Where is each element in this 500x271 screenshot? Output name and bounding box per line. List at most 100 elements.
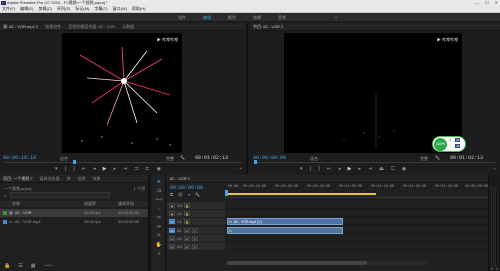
program-playhead[interactable] (254, 160, 257, 164)
track-a2[interactable]: A2 A2 M S (167, 235, 500, 242)
export-frame-icon[interactable]: ◉ (402, 166, 406, 172)
linked-selection-icon[interactable]: ⛓ (178, 192, 183, 197)
tab-effect-controls[interactable]: 效果控件 (45, 24, 61, 30)
menu-edit[interactable]: 编辑(E) (20, 6, 33, 12)
tab-source[interactable]: 源: 82 - VOR.mp4 ≡ (3, 24, 38, 30)
tab-sequence[interactable]: 82 - VOR ≡ (170, 176, 190, 181)
mute-track-button[interactable]: M (183, 236, 190, 241)
workspace-tab-assembly[interactable]: 组件 (178, 15, 186, 21)
workspace-tab-editing[interactable]: 编辑 (203, 15, 211, 21)
play-button[interactable]: ▶ (103, 166, 107, 172)
mark-in-button[interactable]: { (310, 166, 312, 172)
scrollbar-thumb[interactable] (227, 261, 367, 265)
marker-icon[interactable]: ▾ (300, 166, 303, 172)
source-video-frame[interactable]: ▶ 哔哩哔哩 (62, 33, 182, 153)
timeline-playhead[interactable] (225, 190, 228, 196)
toggle-track-output-icon[interactable]: ◉ (169, 203, 175, 208)
lift-icon[interactable]: ⏏ (379, 166, 384, 172)
mark-out-button[interactable]: } (73, 166, 75, 172)
pen-tool-icon[interactable]: ✎ (155, 233, 163, 240)
mark-out-button[interactable]: } (318, 166, 320, 172)
tab-audio-clip-mixer[interactable]: 音频剪辑混合器: 82 - VOR (68, 24, 115, 30)
lock-icon[interactable]: 🔒 (4, 263, 10, 269)
extract-icon[interactable]: ⏍ (391, 166, 395, 172)
step-forward-icon[interactable]: ▸ (358, 166, 361, 172)
menu-marker[interactable]: 标记(M) (75, 6, 89, 12)
more-workspaces-icon[interactable]: » (335, 15, 337, 20)
column-media-start[interactable]: 媒体开始 (118, 201, 134, 207)
overwrite-icon[interactable]: ⊏ (145, 166, 149, 172)
snap-icon[interactable]: ⧉ (170, 192, 173, 197)
tab-metadata[interactable]: 元数据 (122, 24, 134, 30)
tab-project[interactable]: 项目: 一个视频 ≡ (3, 176, 33, 182)
slip-tool-icon[interactable]: ⇹ (155, 224, 163, 231)
source-patch-a1[interactable]: A1 (169, 228, 175, 233)
export-frame-icon[interactable]: ◉ (157, 166, 161, 172)
program-video-frame[interactable]: ▶ 哔哩哔哩 (284, 33, 462, 153)
source-playhead[interactable] (73, 160, 76, 164)
tab-effects[interactable]: 效果 (93, 176, 101, 182)
lock-track-icon[interactable]: 🔒 (183, 211, 190, 216)
track-select-tool-icon[interactable]: ⇉ (155, 188, 163, 195)
source-patch-a3[interactable]: A3 (169, 244, 175, 249)
button-editor-icon[interactable]: + (240, 166, 242, 171)
menu-clip[interactable]: 剪辑(C) (38, 6, 52, 12)
video-clip[interactable]: fx 82 - VOR.mp4 [V] (227, 218, 343, 225)
track-v1[interactable]: V1 V1 🔒 fx 82 - VOR.mp4 [V] (167, 218, 500, 225)
workspace-tab-effects[interactable]: 效果 (253, 15, 261, 21)
go-to-out-icon[interactable]: ⇥ (123, 166, 127, 172)
audio-clip[interactable]: fx (227, 227, 343, 234)
timeline-time-ruler[interactable]: 00:00 00:00:15:00 00:00:30:00 00:00:45:0… (225, 184, 488, 198)
track-a1[interactable]: A1 A1 M S fx (167, 227, 500, 234)
go-to-out-icon[interactable]: ⇥ (368, 166, 372, 172)
solo-track-button[interactable]: S (191, 244, 198, 249)
add-marker-icon[interactable]: ▾ (188, 192, 190, 197)
step-forward-icon[interactable]: ▸ (113, 166, 116, 172)
step-back-icon[interactable]: ◂ (93, 166, 96, 172)
workspace-tab-audio[interactable]: 音频 (278, 15, 286, 21)
icon-view-icon[interactable]: ▦ (31, 263, 36, 269)
go-to-in-icon[interactable]: ⇤ (327, 166, 331, 172)
tab-media-browser[interactable]: 媒体浏览器 (40, 176, 60, 182)
hand-tool-icon[interactable]: ✋ (155, 242, 163, 249)
menu-sequence[interactable]: 序列(S) (57, 6, 70, 12)
menu-help[interactable]: 帮助(H) (132, 6, 146, 12)
go-to-in-icon[interactable]: ⇤ (82, 166, 86, 172)
workspace-tab-color[interactable]: 颜色 (228, 15, 236, 21)
mute-track-button[interactable]: M (183, 244, 190, 249)
timeline-timecode[interactable]: 00:00:00:00 (170, 185, 203, 191)
program-timecode-current[interactable]: 00:00:00:00 (253, 155, 286, 161)
mark-in-button[interactable]: { (65, 166, 67, 172)
solo-right-button[interactable]: S (496, 267, 498, 271)
toggle-track-output-icon[interactable]: ◉ (169, 211, 175, 216)
wrench-icon[interactable]: 🔧 (435, 155, 440, 160)
rate-stretch-tool-icon[interactable]: ↔ (155, 206, 163, 213)
menu-title[interactable]: 字幕(T) (94, 6, 107, 12)
razor-tool-icon[interactable]: ✂ (155, 215, 163, 222)
zoom-slider-icon[interactable]: ─○─ (43, 263, 53, 269)
table-row[interactable]: ▭ 82 - VOR.mp4 25.00 fps 00:00:00:00 (0, 218, 148, 226)
tab-libraries[interactable]: 库 (67, 176, 71, 182)
solo-left-button[interactable]: S (491, 267, 493, 271)
source-patch-a2[interactable]: A2 (169, 236, 175, 241)
source-patch-v1[interactable]: V1 (169, 219, 175, 224)
track-v3[interactable]: ◉ V3 🔒 (167, 202, 500, 209)
menu-window[interactable]: 窗口(W) (112, 6, 126, 12)
search-icon[interactable]: ⌕ (4, 193, 6, 198)
solo-track-button[interactable]: S (191, 236, 198, 241)
step-back-icon[interactable]: ◂ (338, 166, 341, 172)
wrench-icon[interactable]: 🔧 (180, 155, 185, 160)
column-name[interactable]: 名称 (12, 201, 20, 207)
track-v2[interactable]: ◉ V2 🔒 (167, 210, 500, 217)
play-button[interactable]: ▶ (348, 166, 352, 172)
insert-icon[interactable]: ⊐ (134, 166, 138, 172)
mark-in-icon[interactable]: ▾ (55, 166, 58, 172)
mute-track-button[interactable]: M (183, 228, 190, 233)
ripple-edit-tool-icon[interactable]: ⟺ (155, 197, 163, 204)
solo-track-button[interactable]: S (191, 228, 198, 233)
zoom-tool-icon[interactable]: ⌕ (155, 251, 163, 258)
track-a3[interactable]: A3 A3 M S (167, 243, 500, 250)
button-editor-icon[interactable]: + (494, 166, 496, 171)
lock-track-icon[interactable]: 🔒 (183, 219, 190, 224)
work-area-bar[interactable] (226, 193, 376, 195)
